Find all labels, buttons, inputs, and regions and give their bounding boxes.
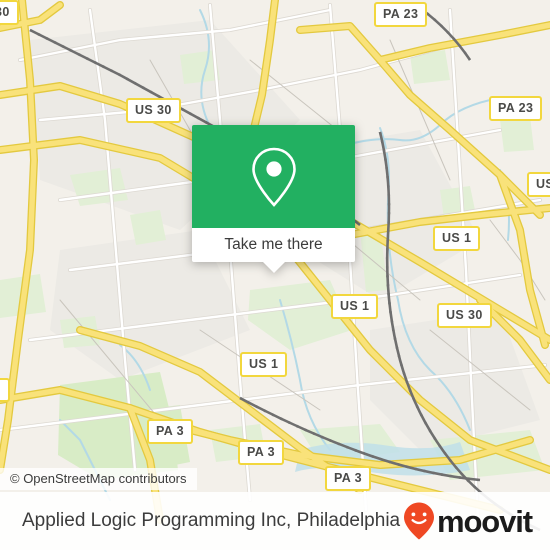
moovit-pin-icon [403, 502, 434, 540]
road-shield: US [527, 172, 550, 197]
road-shield: US 1 [240, 352, 288, 377]
road-shield: PA 23 [489, 96, 543, 121]
page-title: Applied Logic Programming Inc, Philadelp… [22, 510, 401, 531]
moovit-wordmark: moovit [436, 503, 533, 539]
road-shield: US 1 [331, 294, 379, 319]
take-me-there-label: Take me there [224, 236, 323, 253]
map-page: .road-case{fill:none;stroke:#e3c93f;stro… [0, 0, 550, 550]
poi-callout-card[interactable]: Take me there [192, 125, 355, 273]
road-shield [0, 378, 10, 402]
road-shield: PA 3 [147, 419, 193, 444]
map-pin-icon [251, 147, 296, 207]
road-shield: US 30 [126, 98, 181, 123]
map-attribution[interactable]: © OpenStreetMap contributors [0, 468, 197, 490]
road-shield: PA 23 [374, 2, 428, 27]
poi-card-header [192, 125, 355, 228]
road-shield: PA 3 [238, 440, 284, 465]
road-shield: PA 3 [325, 466, 371, 491]
moovit-logo[interactable]: moovit [402, 501, 533, 541]
road-shield: US 30 [437, 303, 492, 328]
take-me-there-button[interactable]: Take me there [192, 228, 355, 262]
poi-card-pointer [262, 262, 285, 273]
bottom-bar: Applied Logic Programming Inc, Philadelp… [0, 492, 550, 550]
map-attribution-label: © OpenStreetMap contributors [10, 471, 187, 486]
road-shield: US 1 [433, 226, 481, 251]
road-shield: 30 [0, 0, 19, 25]
